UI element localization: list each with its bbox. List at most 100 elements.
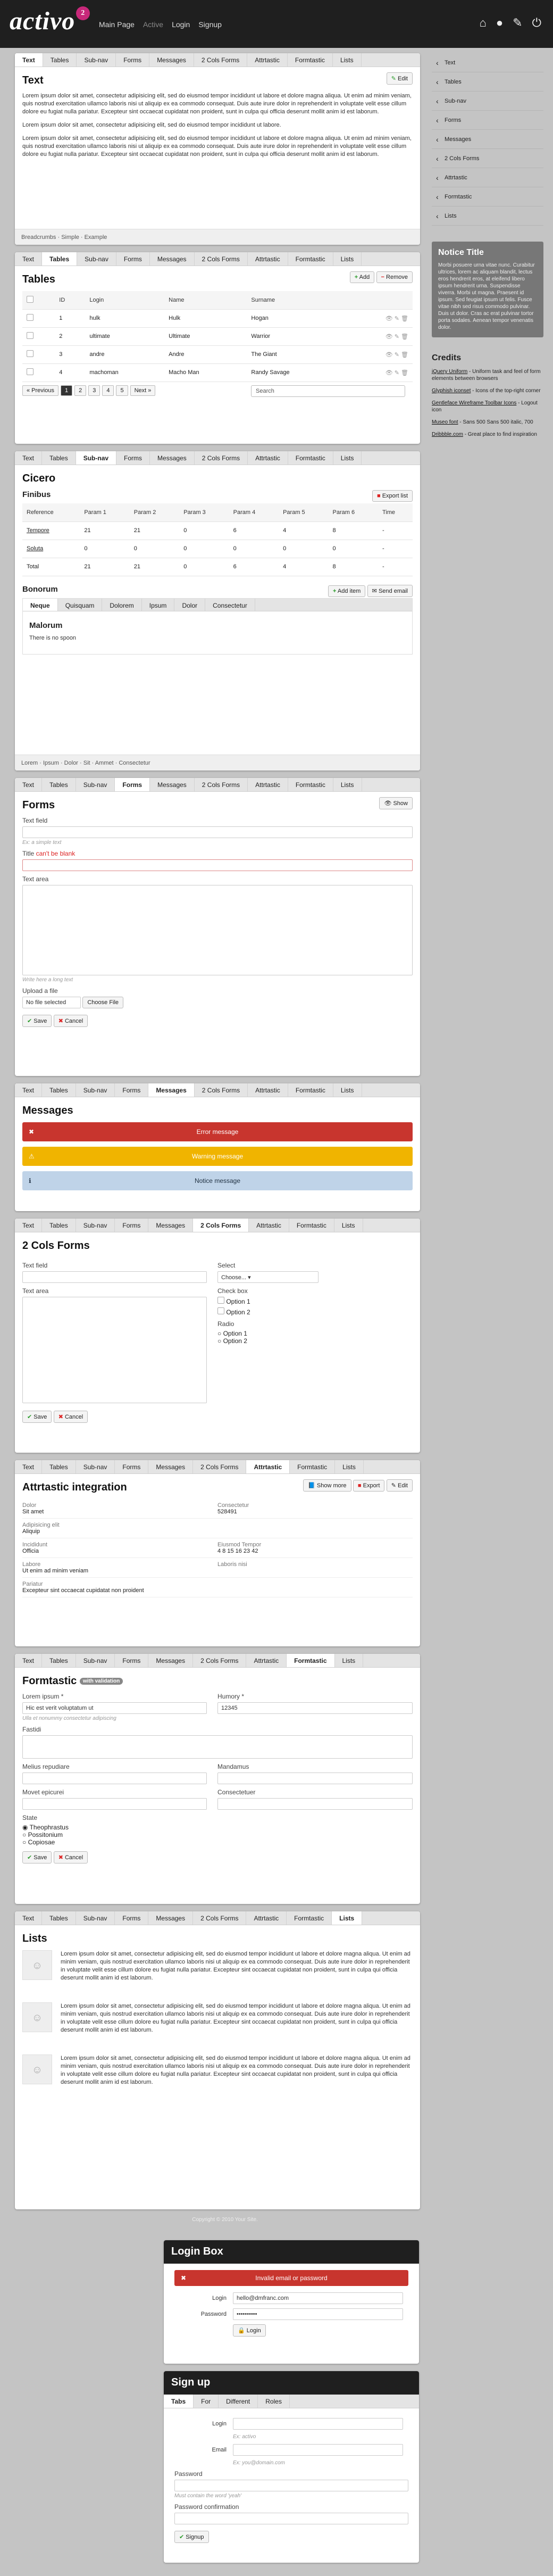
tab-attrtastic[interactable]: Attrtastic — [247, 53, 288, 67]
tab-sub-nav[interactable]: Sub-nav — [76, 1083, 115, 1097]
tab-tables[interactable]: Tables — [42, 451, 76, 465]
tab-2-cols-forms[interactable]: 2 Cols Forms — [195, 778, 248, 791]
row-checkbox[interactable] — [27, 314, 33, 321]
tab-formtastic[interactable]: Formtastic — [290, 1460, 336, 1473]
tab-sub-nav[interactable]: Sub-nav — [77, 53, 116, 67]
tab-2-cols-forms[interactable]: 2 Cols Forms — [194, 53, 248, 67]
signup-password-input[interactable] — [174, 2480, 408, 2491]
tab-lists[interactable]: Lists — [333, 778, 362, 791]
signup-button[interactable]: ✔ Signup — [174, 2531, 209, 2543]
tab-messages[interactable]: Messages — [148, 1083, 195, 1097]
lorem-input[interactable]: Hic est verit voluptatum ut — [22, 1702, 207, 1714]
tab-2-cols-forms[interactable]: 2 Cols Forms — [195, 252, 248, 266]
checkbox[interactable] — [217, 1297, 224, 1304]
movet-input[interactable] — [22, 1798, 207, 1810]
wrench-icon[interactable]: ✎ — [513, 16, 522, 30]
tab-lists[interactable]: Lists — [333, 1083, 362, 1097]
page-1[interactable]: 1 — [60, 385, 73, 396]
tab-forms[interactable]: Forms — [115, 1083, 149, 1097]
tab-messages[interactable]: Messages — [150, 252, 195, 266]
nav-signup[interactable]: Signup — [198, 20, 222, 29]
nav-active[interactable]: Active — [143, 20, 163, 29]
signup-tab[interactable]: Tabs — [164, 2395, 194, 2408]
tab-messages[interactable]: Messages — [148, 1654, 194, 1667]
tab-messages[interactable]: Messages — [148, 1219, 194, 1232]
sidebar-item[interactable]: Text — [432, 53, 543, 72]
credit-link[interactable]: jQuery Uniform — [432, 369, 467, 375]
export-list-button[interactable]: ■ Export list — [372, 490, 413, 502]
tab-lists[interactable]: Lists — [332, 1911, 363, 1925]
tab-lists[interactable]: Lists — [333, 53, 362, 67]
tab-2-cols-forms[interactable]: 2 Cols Forms — [193, 1654, 247, 1667]
save-button[interactable]: ✔ Save — [22, 1015, 52, 1027]
cancel-button[interactable]: ✖ Cancel — [53, 1015, 88, 1027]
tab-messages[interactable]: Messages — [150, 778, 195, 791]
credit-link[interactable]: Gentleface Wireframe Toolbar Icons — [432, 400, 516, 406]
tab-forms[interactable]: Forms — [115, 1654, 149, 1667]
tab-2-cols-forms[interactable]: 2 Cols Forms — [193, 1460, 247, 1473]
sidebar-item[interactable]: Forms — [432, 111, 543, 130]
signup-tab[interactable]: For — [194, 2395, 219, 2408]
text-field-input[interactable] — [22, 826, 413, 838]
tab-attrtastic[interactable]: Attrtastic — [246, 1460, 290, 1473]
inner-tab[interactable]: Quisquam — [58, 598, 103, 611]
inner-tab[interactable]: Neque — [23, 598, 58, 611]
add-button[interactable]: + Add — [349, 271, 375, 283]
inner-tab[interactable]: Ipsum — [142, 598, 175, 611]
tab-sub-nav[interactable]: Sub-nav — [76, 1911, 115, 1925]
inner-tab[interactable]: Dolorem — [102, 598, 142, 611]
tab-forms[interactable]: Forms — [116, 252, 150, 266]
page-4[interactable]: 4 — [102, 385, 114, 396]
tab-forms[interactable]: Forms — [116, 53, 150, 67]
tab-messages[interactable]: Messages — [150, 451, 195, 465]
cancel-button[interactable]: ✖ Cancel — [53, 1851, 88, 1863]
table-cell[interactable]: Tempore — [22, 521, 80, 540]
tab-lists[interactable]: Lists — [335, 1654, 364, 1667]
row-actions[interactable]: 👁 ✎ 🗑 — [346, 363, 413, 382]
tab-2-cols-forms[interactable]: 2 Cols Forms — [193, 1219, 249, 1232]
tab-formtastic[interactable]: Formtastic — [288, 252, 333, 266]
row-checkbox[interactable] — [27, 368, 33, 375]
tab-sub-nav[interactable]: Sub-nav — [76, 1219, 115, 1232]
tab-formtastic[interactable]: Formtastic — [288, 451, 333, 465]
tab-text[interactable]: Text — [15, 1654, 43, 1667]
tab-2-cols-forms[interactable]: 2 Cols Forms — [195, 1083, 248, 1097]
tab-text[interactable]: Text — [15, 252, 43, 266]
tab-forms[interactable]: Forms — [115, 778, 150, 791]
tab-text[interactable]: Text — [15, 53, 43, 67]
tab-attrtastic[interactable]: Attrtastic — [248, 451, 288, 465]
tab-tables[interactable]: Tables — [42, 252, 78, 266]
tab-attrtastic[interactable]: Attrtastic — [246, 1911, 287, 1925]
tab-tables[interactable]: Tables — [42, 778, 76, 791]
nav-main-page[interactable]: Main Page — [99, 20, 135, 29]
login-button[interactable]: 🔒 Login — [233, 2324, 266, 2337]
tab-lists[interactable]: Lists — [333, 252, 362, 266]
save-button[interactable]: ✔ Save — [22, 1411, 52, 1423]
radio-option[interactable]: Option 1 — [223, 1330, 247, 1337]
save-button[interactable]: ✔ Save — [22, 1851, 52, 1863]
sidebar-item[interactable]: 2 Cols Forms — [432, 149, 543, 168]
table-cell[interactable]: Soluta — [22, 540, 80, 558]
tab-tables[interactable]: Tables — [42, 1654, 76, 1667]
tab-messages[interactable]: Messages — [149, 53, 194, 67]
remove-button[interactable]: − Remove — [376, 271, 413, 283]
tab-lists[interactable]: Lists — [333, 451, 362, 465]
radio-option[interactable]: Possitonium — [28, 1831, 63, 1838]
tab-attrtastic[interactable]: Attrtastic — [248, 252, 288, 266]
page-2[interactable]: 2 — [74, 385, 87, 396]
tab-forms[interactable]: Forms — [115, 1460, 149, 1473]
text-area[interactable] — [22, 1297, 207, 1403]
tab-tables[interactable]: Tables — [43, 53, 77, 67]
tab-text[interactable]: Text — [15, 451, 43, 465]
signup-password-confirm-input[interactable] — [174, 2513, 408, 2524]
select-dropdown[interactable]: Choose... ▾ — [217, 1271, 319, 1283]
login-input[interactable]: hello@dmfranc.com — [233, 2292, 403, 2304]
prev-button[interactable]: « Previous — [22, 385, 58, 396]
tab-sub-nav[interactable]: Sub-nav — [76, 1654, 115, 1667]
add-item-button[interactable]: + Add item — [328, 585, 366, 597]
tab-lists[interactable]: Lists — [334, 1219, 363, 1232]
melius-input[interactable] — [22, 1772, 207, 1784]
tab-tables[interactable]: Tables — [42, 1083, 76, 1097]
choose-file-button[interactable]: Choose File — [82, 997, 124, 1008]
tab-tables[interactable]: Tables — [42, 1460, 76, 1473]
